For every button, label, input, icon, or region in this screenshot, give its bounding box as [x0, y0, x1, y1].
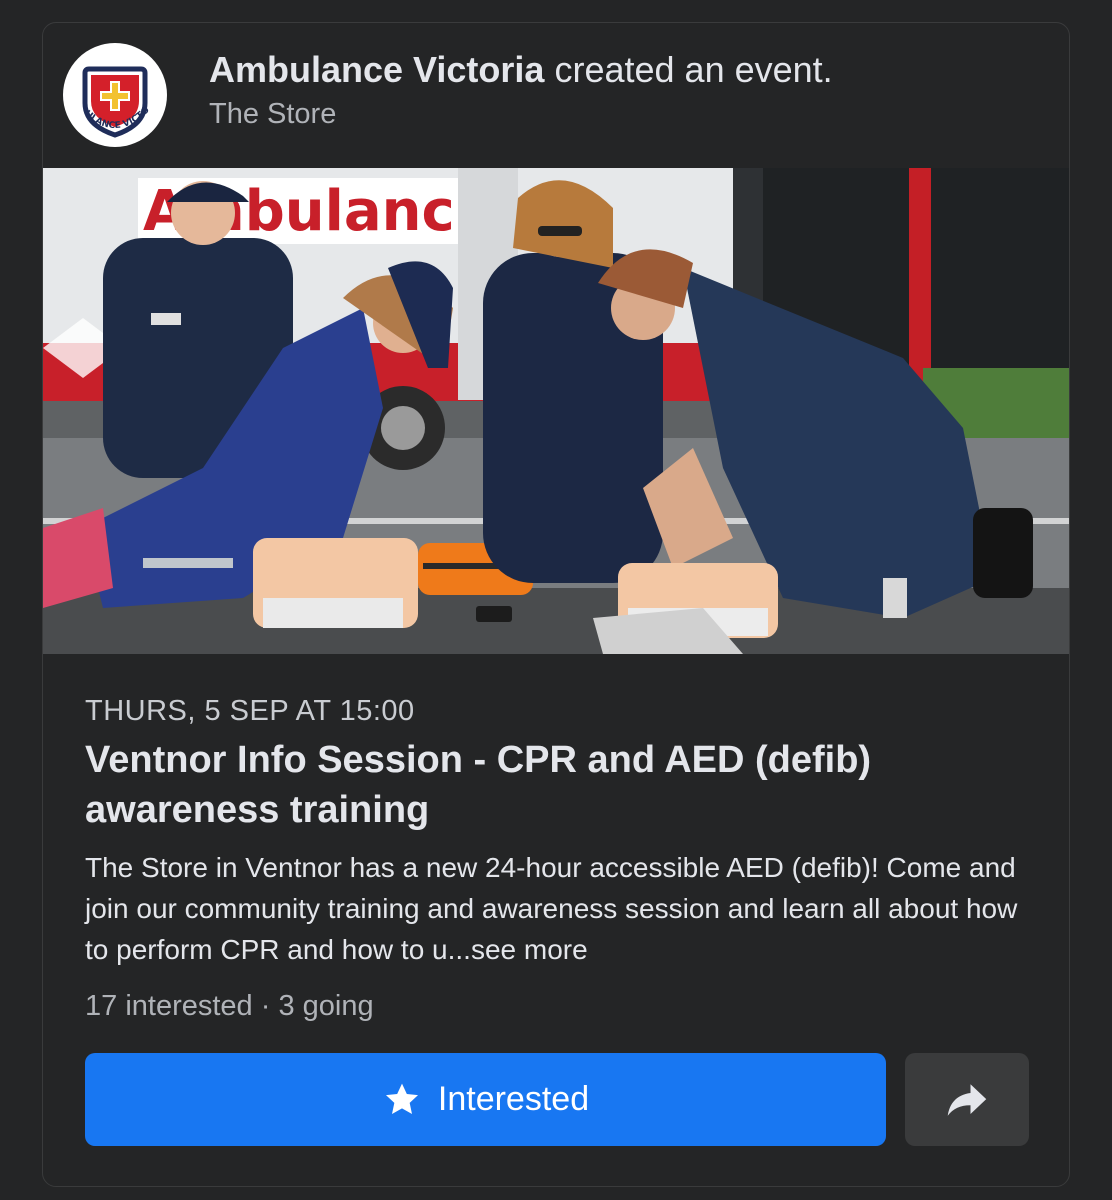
post-action-text: created an event.: [554, 49, 833, 90]
see-more-link[interactable]: see more: [471, 934, 588, 965]
event-photo[interactable]: Ambulanc: [43, 168, 1069, 654]
share-arrow-icon: [947, 1083, 987, 1116]
event-description: The Store in Ventnor has a new 24-hour a…: [85, 847, 1045, 970]
going-count[interactable]: 3 going: [278, 990, 373, 1022]
interested-button[interactable]: Interested: [85, 1053, 886, 1146]
event-post-card: AMBULANCE VICTORIA Ambulance Victoria cr…: [42, 22, 1070, 1187]
post-header: AMBULANCE VICTORIA Ambulance Victoria cr…: [43, 23, 1069, 168]
ambulance-victoria-logo: AMBULANCE VICTORIA: [63, 43, 165, 145]
post-header-title: Ambulance Victoria created an event.: [209, 48, 833, 92]
event-title[interactable]: Ventnor Info Session - CPR and AED (defi…: [85, 735, 1045, 835]
post-subtitle[interactable]: The Store: [209, 96, 833, 132]
author-name[interactable]: Ambulance Victoria: [209, 49, 544, 90]
event-stats: 17 interested · 3 going: [85, 988, 1045, 1024]
star-icon: [385, 1083, 418, 1114]
event-datetime: THURS, 5 SEP AT 15:00: [85, 695, 415, 727]
page-avatar[interactable]: AMBULANCE VICTORIA: [63, 43, 167, 147]
share-button[interactable]: [905, 1053, 1029, 1146]
stats-separator: ·: [252, 990, 279, 1022]
interested-count[interactable]: 17 interested: [85, 990, 253, 1022]
post-header-text: Ambulance Victoria created an event. The…: [209, 48, 833, 132]
event-details: THURS, 5 SEP AT 15:00 Ventnor Info Sessi…: [85, 693, 1045, 1024]
interested-button-label: Interested: [437, 1080, 590, 1118]
cpr-training-photo: Ambulanc: [43, 168, 1069, 654]
